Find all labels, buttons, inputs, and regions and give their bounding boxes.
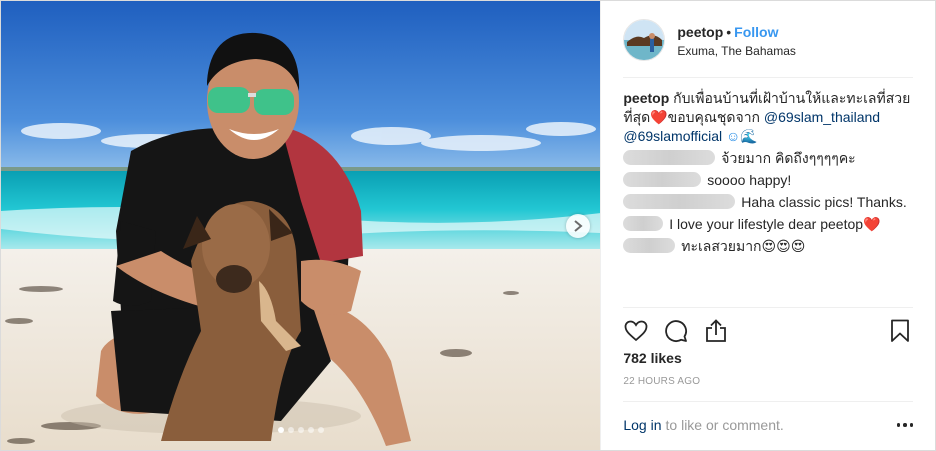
carousel-dot <box>317 427 324 433</box>
blurred-username[interactable] <box>623 238 676 253</box>
avatar-image <box>624 20 665 60</box>
comment-text: จ้วยมาก คิดถึงๆๆๆๆคะ <box>721 150 856 166</box>
likes-count[interactable]: 782 likes <box>623 350 681 366</box>
header-dot: • <box>726 24 732 40</box>
post-sidebar: peetop • Follow Exuma, The Bahamas peetop … <box>601 1 935 450</box>
caption: peetop กับเพื่อนบ้านที่เฝ้าบ้านให้และทะเ… <box>623 89 913 146</box>
speech-bubble-icon <box>665 320 688 342</box>
ellipsis-icon <box>903 423 907 427</box>
login-link[interactable]: Log in <box>623 417 661 433</box>
header-username[interactable]: peetop <box>677 24 723 40</box>
heart-emoji: ❤️ <box>650 109 668 125</box>
divider <box>623 401 913 402</box>
comments-list: peetop กับเพื่อนบ้านที่เฝ้าบ้านให้และทะเ… <box>623 89 913 259</box>
comment-item: I love your lifestyle dear peetop❤️ <box>623 215 913 234</box>
caption-emojis: ☺🌊 <box>722 128 758 144</box>
avatar[interactable] <box>623 19 666 61</box>
comment-item: Haha classic pics! Thanks. <box>623 193 913 212</box>
action-bar <box>623 317 913 345</box>
follow-button[interactable]: Follow <box>734 24 778 40</box>
comment-emoji: 😍😍😍 <box>761 238 806 254</box>
caption-text-2: ขอบคุณชุดจาก <box>667 109 764 125</box>
blurred-username[interactable] <box>623 150 716 165</box>
carousel-dot <box>287 427 294 433</box>
comment-text: ทะเลสวยมาก <box>681 238 762 254</box>
comment-item: soooo happy! <box>623 171 913 190</box>
share-button[interactable] <box>703 318 729 344</box>
instagram-post: peetop • Follow Exuma, The Bahamas peetop … <box>0 0 936 451</box>
carousel-dot <box>297 427 304 433</box>
blurred-username[interactable] <box>623 216 664 231</box>
post-photo[interactable] <box>1 1 602 450</box>
post-header: peetop • Follow Exuma, The Bahamas <box>623 17 913 78</box>
comment-item: ทะเลสวยมาก😍😍😍 <box>623 237 913 256</box>
heart-outline-icon <box>624 320 648 342</box>
divider <box>623 307 913 308</box>
post-timestamp[interactable]: 22 HOURS AGO <box>623 376 700 387</box>
like-button[interactable] <box>623 318 649 344</box>
comment-text: I love your lifestyle dear peetop <box>669 216 864 232</box>
carousel-dot <box>307 427 314 433</box>
more-options-button[interactable] <box>896 423 913 427</box>
comment-item: จ้วยมาก คิดถึงๆๆๆๆคะ <box>623 149 913 168</box>
blurred-username[interactable] <box>623 172 702 187</box>
beach-photo-image <box>1 1 601 450</box>
login-prompt: Log in to like or comment. <box>623 415 913 435</box>
chevron-right-icon <box>574 220 583 232</box>
ellipsis-icon <box>909 423 913 427</box>
comment-emoji: ❤️ <box>863 216 881 232</box>
mention-link[interactable]: @69slamofficial <box>623 128 722 144</box>
mention-link[interactable]: @69slam_thailand <box>764 109 880 125</box>
save-button[interactable] <box>887 318 913 344</box>
carousel-dots <box>1 427 600 433</box>
blurred-username[interactable] <box>623 194 736 209</box>
carousel-dot <box>277 427 284 433</box>
share-upload-icon <box>706 319 727 342</box>
ellipsis-icon <box>896 423 900 427</box>
login-prompt-text: to like or comment. <box>665 417 784 433</box>
bookmark-icon <box>891 319 909 342</box>
comment-button[interactable] <box>663 318 689 344</box>
next-photo-button[interactable] <box>566 214 590 238</box>
caption-username[interactable]: peetop <box>623 90 669 106</box>
comment-text: Haha classic pics! Thanks. <box>741 194 907 210</box>
location-link[interactable]: Exuma, The Bahamas <box>677 43 796 59</box>
comment-text: soooo happy! <box>707 172 792 188</box>
